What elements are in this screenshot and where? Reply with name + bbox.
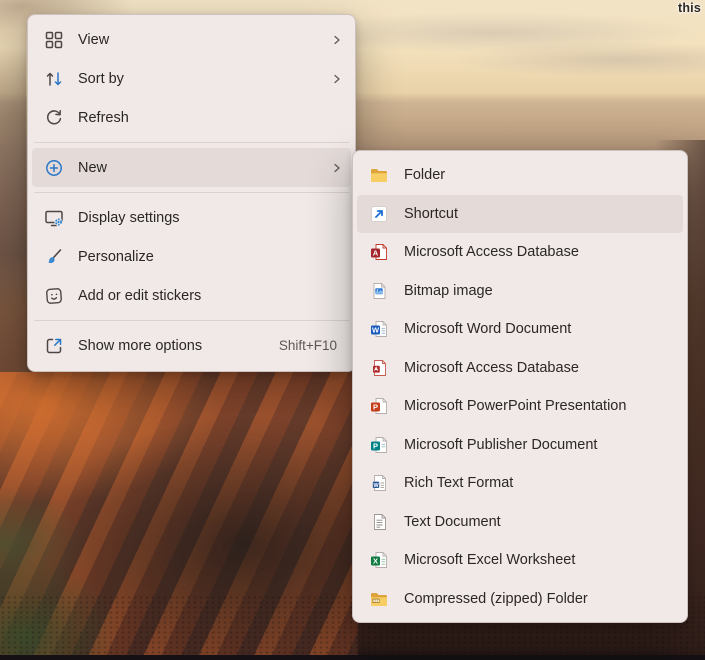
sticker-icon — [44, 286, 64, 306]
svg-text:W: W — [372, 326, 380, 335]
submenu-item-text-document[interactable]: Text Document — [357, 503, 683, 542]
new-submenu: Folder Shortcut A Microsoft Access Datab… — [352, 150, 688, 623]
menu-item-shortcut: Shift+F10 — [279, 338, 337, 353]
rich-text-format-icon: W — [369, 473, 389, 493]
submenu-item-excel-worksheet[interactable]: X Microsoft Excel Worksheet — [357, 541, 683, 580]
new-plus-icon — [44, 158, 64, 178]
menu-item-refresh[interactable]: Refresh — [32, 98, 351, 137]
display-settings-icon — [44, 208, 64, 228]
submenu-item-label: Compressed (zipped) Folder — [404, 591, 675, 607]
submenu-item-shortcut[interactable]: Shortcut — [357, 195, 683, 234]
menu-separator — [34, 192, 349, 193]
submenu-item-folder[interactable]: Folder — [357, 156, 683, 195]
bitmap-image-icon — [369, 281, 389, 301]
menu-item-new[interactable]: New — [32, 148, 351, 187]
menu-item-add-stickers[interactable]: Add or edit stickers — [32, 276, 351, 315]
desktop-context-menu: View Sort by Refresh — [27, 14, 356, 372]
view-grid-icon — [44, 30, 64, 50]
submenu-item-label: Microsoft Publisher Document — [404, 437, 675, 453]
submenu-item-zip-folder[interactable]: Compressed (zipped) Folder — [357, 580, 683, 619]
menu-item-label: New — [78, 160, 323, 176]
shortcut-arrow-icon — [369, 204, 389, 224]
access-database-icon: A — [369, 242, 389, 262]
chevron-right-icon — [331, 162, 343, 174]
menu-item-sort-by[interactable]: Sort by — [32, 59, 351, 98]
menu-item-show-more-options[interactable]: Show more options Shift+F10 — [32, 326, 351, 365]
access-database-file-icon — [369, 358, 389, 378]
publisher-document-icon: P — [369, 435, 389, 455]
refresh-icon — [44, 108, 64, 128]
zip-folder-icon — [369, 589, 389, 609]
menu-item-personalize[interactable]: Personalize — [32, 237, 351, 276]
folder-icon — [369, 165, 389, 185]
submenu-item-label: Text Document — [404, 514, 675, 530]
submenu-item-label: Microsoft Access Database — [404, 244, 675, 260]
wallpaper-left-shade — [0, 30, 26, 310]
submenu-item-access-database-file[interactable]: Microsoft Access Database — [357, 349, 683, 388]
svg-text:A: A — [373, 249, 379, 258]
menu-item-label: View — [78, 32, 323, 48]
sort-arrows-icon — [44, 69, 64, 89]
submenu-item-rich-text-format[interactable]: W Rich Text Format — [357, 464, 683, 503]
submenu-item-label: Folder — [404, 167, 675, 183]
menu-item-label: Personalize — [78, 249, 343, 265]
svg-text:X: X — [373, 557, 378, 566]
submenu-item-bitmap-image[interactable]: Bitmap image — [357, 272, 683, 311]
menu-item-label: Add or edit stickers — [78, 288, 343, 304]
powerpoint-presentation-icon: P — [369, 396, 389, 416]
submenu-item-publisher-document[interactable]: P Microsoft Publisher Document — [357, 426, 683, 465]
submenu-item-label: Microsoft Word Document — [404, 321, 675, 337]
menu-item-label: Show more options — [78, 338, 279, 354]
desktop-icon-label[interactable]: this — [678, 1, 701, 15]
submenu-item-label: Bitmap image — [404, 283, 675, 299]
personalize-brush-icon — [44, 247, 64, 267]
menu-item-view[interactable]: View — [32, 20, 351, 59]
chevron-right-icon — [331, 34, 343, 46]
menu-separator — [34, 142, 349, 143]
submenu-item-label: Microsoft Access Database — [404, 360, 675, 376]
show-more-icon — [44, 336, 64, 356]
menu-item-label: Display settings — [78, 210, 343, 226]
submenu-item-label: Microsoft PowerPoint Presentation — [404, 398, 675, 414]
bottom-dark-strip — [0, 655, 705, 660]
svg-text:P: P — [373, 403, 378, 412]
submenu-item-label: Microsoft Excel Worksheet — [404, 552, 675, 568]
menu-item-display-settings[interactable]: Display settings — [32, 198, 351, 237]
submenu-item-label: Shortcut — [404, 206, 675, 222]
svg-text:P: P — [373, 441, 378, 450]
chevron-right-icon — [331, 73, 343, 85]
excel-worksheet-icon: X — [369, 550, 389, 570]
submenu-item-powerpoint-presentation[interactable]: P Microsoft PowerPoint Presentation — [357, 387, 683, 426]
menu-item-label: Refresh — [78, 110, 343, 126]
submenu-item-word-document[interactable]: W Microsoft Word Document — [357, 310, 683, 349]
submenu-item-label: Rich Text Format — [404, 475, 675, 491]
text-document-icon — [369, 512, 389, 532]
menu-item-label: Sort by — [78, 71, 323, 87]
submenu-item-access-database[interactable]: A Microsoft Access Database — [357, 233, 683, 272]
word-document-icon: W — [369, 319, 389, 339]
menu-separator — [34, 320, 349, 321]
